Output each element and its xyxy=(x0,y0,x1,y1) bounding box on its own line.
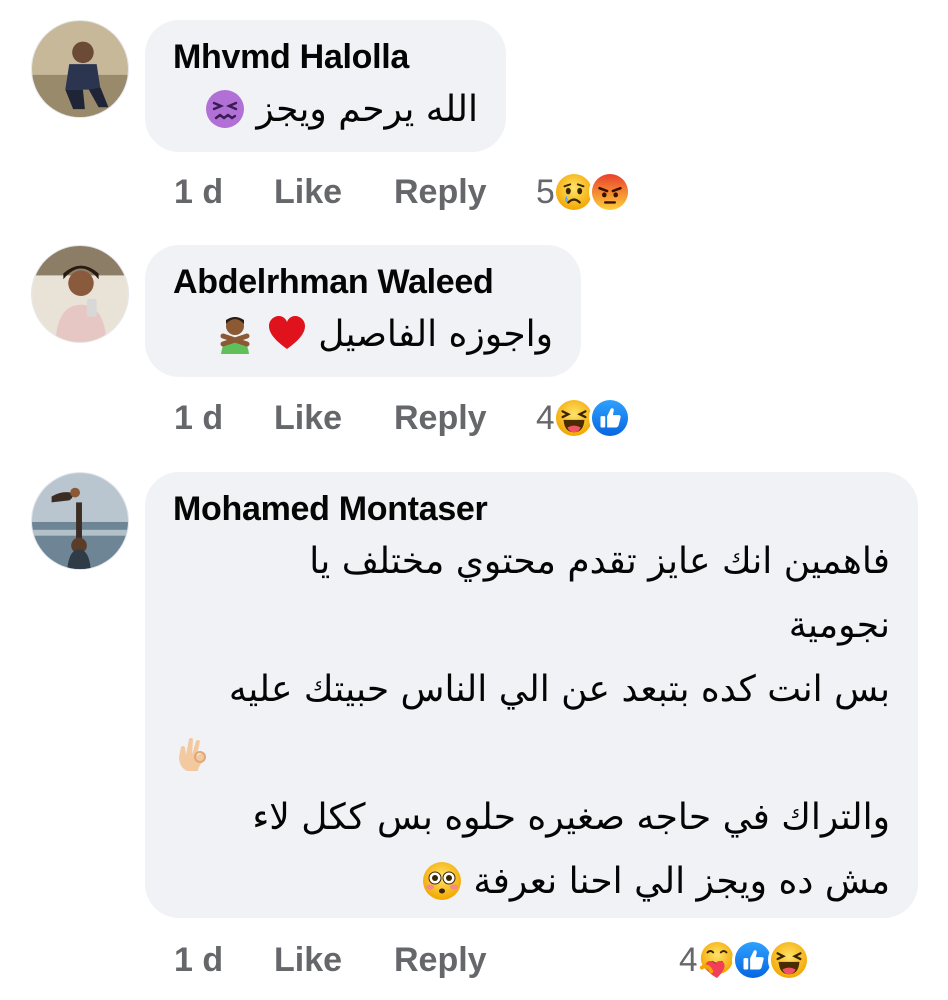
comment-actions: 1 d Like Reply 4 xyxy=(174,393,631,443)
comment-author[interactable]: Mohamed Montaser xyxy=(173,488,890,530)
angry-reaction-icon xyxy=(588,171,631,213)
comment-author[interactable]: Abdelrhman Waleed xyxy=(173,261,553,303)
comment-bubble: Mohamed Montaser فاهمين انك عايز تقدم مح… xyxy=(145,472,918,918)
reaction-summary[interactable]: 5 xyxy=(536,171,631,213)
ok-hand-icon xyxy=(173,733,213,773)
like-reaction-icon xyxy=(588,397,631,439)
haha-reaction-icon xyxy=(767,939,810,981)
comment-bubble: Abdelrhman Waleed واجوزه الفاصيل xyxy=(145,245,581,377)
flushed-face-icon xyxy=(422,861,462,901)
reply-button[interactable]: Reply xyxy=(394,173,536,212)
like-button[interactable]: Like xyxy=(274,941,394,980)
avatar[interactable] xyxy=(31,20,129,118)
comment-item: Mohamed Montaser فاهمين انك عايز تقدم مح… xyxy=(0,472,948,1000)
comment-text-line: واجوزه الفاصيل xyxy=(318,314,553,355)
comment-text: الله يرحم ويجز xyxy=(173,78,478,142)
comment-timestamp[interactable]: 1 d xyxy=(174,941,274,980)
red-heart-icon xyxy=(267,314,307,354)
comment-bubble: Mhvmd Halolla الله يرحم ويجز xyxy=(145,20,506,152)
comment-text-line xyxy=(173,722,890,786)
comment-text-line: مش ده ويجز الي احنا نعرفة xyxy=(473,861,890,902)
confounded-face-icon xyxy=(205,89,245,129)
comment-actions: 1 d Like Reply 4 xyxy=(174,935,810,985)
like-button[interactable]: Like xyxy=(274,399,394,438)
comment-text-line: فاهمين انك عايز تقدم محتوي مختلف يا xyxy=(309,541,890,582)
reaction-summary[interactable]: 4 xyxy=(536,397,631,439)
like-button[interactable]: Like xyxy=(274,173,394,212)
comment-actions: 1 d Like Reply 5 xyxy=(174,167,631,217)
avatar[interactable] xyxy=(31,245,129,343)
comment-text: فاهمين انك عايز تقدم محتوي مختلف يا نجوم… xyxy=(173,530,890,914)
comment-text-line: الله يرحم ويجز xyxy=(256,89,478,130)
reply-button[interactable]: Reply xyxy=(394,941,679,980)
comment-timestamp[interactable]: 1 d xyxy=(174,173,274,212)
comment-text: واجوزه الفاصيل xyxy=(173,303,553,367)
comment-timestamp[interactable]: 1 d xyxy=(174,399,274,438)
comment-author[interactable]: Mhvmd Halolla xyxy=(173,36,478,78)
comment-item: Abdelrhman Waleed واجوزه الفاصيل 1 d Lik… xyxy=(0,245,948,465)
comment-text-line: نجومية xyxy=(788,605,890,646)
person-gesturing-no-icon xyxy=(215,314,255,354)
comment-text-line: بس انت كده بتبعد عن الي الناس حبيتك عليه xyxy=(228,669,890,710)
comment-text-line: والتراك في حاجه صغيره حلوه بس ككل لاء xyxy=(252,797,890,838)
comment-item: Mhvmd Halolla الله يرحم ويجز 1 d Like Re… xyxy=(0,0,948,225)
reply-button[interactable]: Reply xyxy=(394,399,536,438)
reaction-summary[interactable]: 4 xyxy=(679,939,810,981)
avatar[interactable] xyxy=(31,472,129,570)
